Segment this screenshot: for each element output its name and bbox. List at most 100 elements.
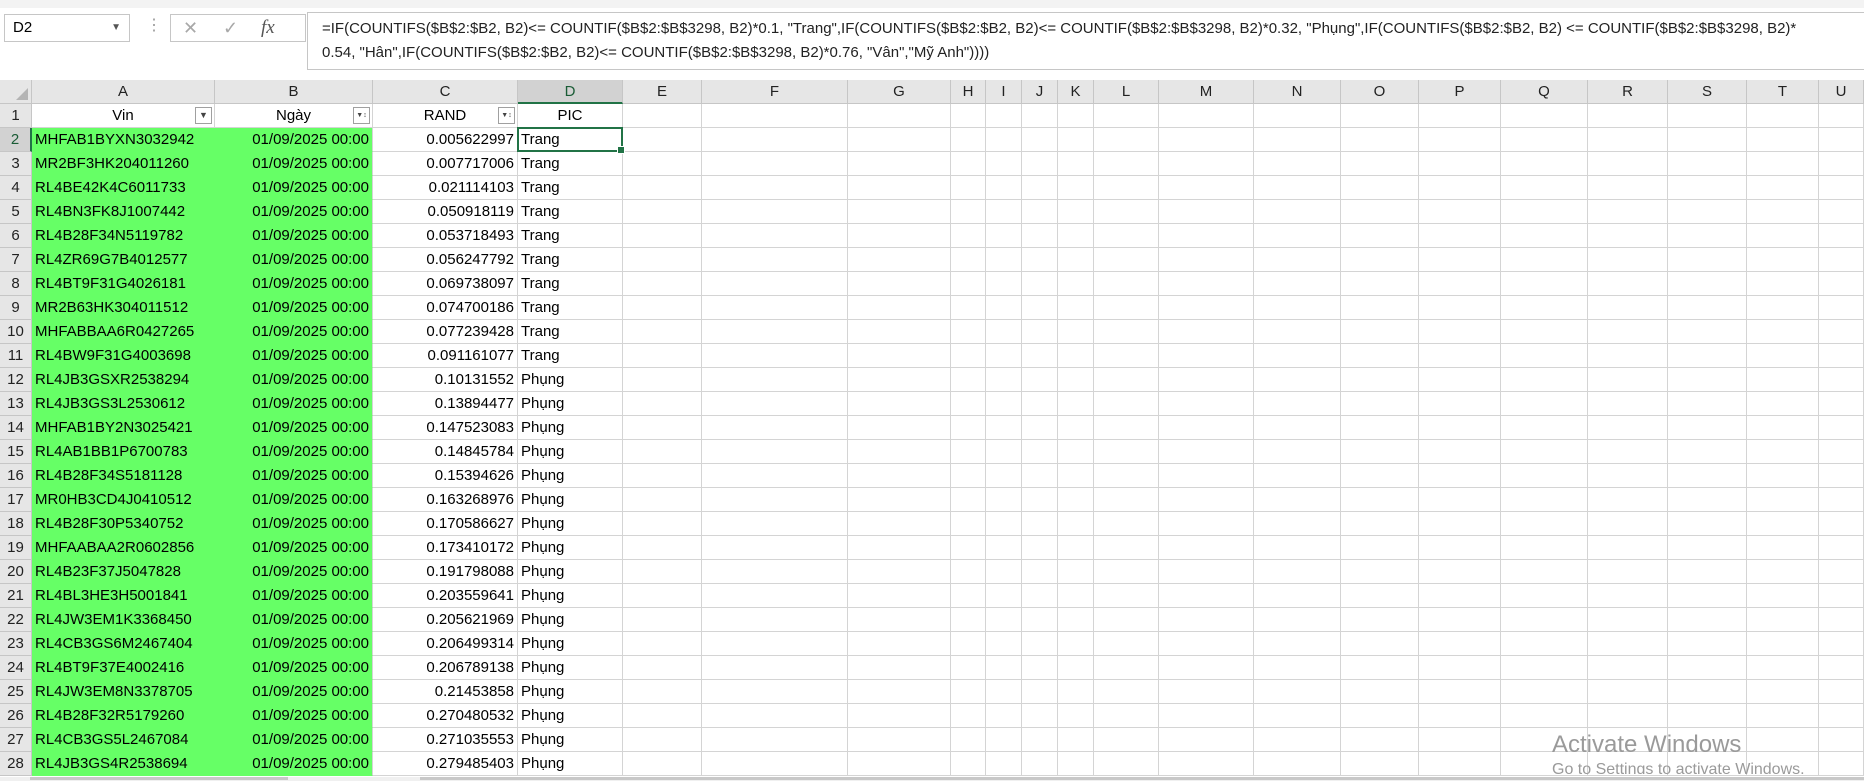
grid-cell[interactable] [702,440,848,464]
grid-cell[interactable] [1341,512,1419,536]
grid-cell[interactable] [986,632,1022,656]
grid-cell[interactable] [1341,680,1419,704]
cell-pic[interactable]: Phụng [518,728,623,752]
grid-cell[interactable] [702,656,848,680]
cell-vin[interactable]: RL4B28F32R5179260 [32,704,215,728]
grid-cell[interactable] [1058,536,1094,560]
grid-cell[interactable] [848,416,951,440]
cell-rand[interactable]: 0.15394626 [373,464,518,488]
grid-cell[interactable] [1501,632,1588,656]
grid-cell[interactable] [986,104,1022,128]
row-header[interactable]: 11 [0,344,32,368]
grid-cell[interactable] [623,632,702,656]
grid-cell[interactable] [1747,560,1819,584]
grid-cell[interactable] [986,320,1022,344]
grid-cell[interactable] [848,512,951,536]
grid-cell[interactable] [951,176,986,200]
grid-cell[interactable] [1341,632,1419,656]
grid-cell[interactable] [1159,536,1254,560]
grid-cell[interactable] [951,464,986,488]
grid-cell[interactable] [1819,344,1864,368]
grid-cell[interactable] [1419,632,1501,656]
grid-cell[interactable] [1022,560,1058,584]
grid-cell[interactable] [1501,176,1588,200]
grid-cell[interactable] [1819,632,1864,656]
grid-cell[interactable] [1588,152,1668,176]
grid-cell[interactable] [1668,416,1747,440]
grid-cell[interactable] [1094,440,1159,464]
grid-cell[interactable] [1747,248,1819,272]
row-header[interactable]: 14 [0,416,32,440]
cell-rand[interactable]: 0.270480532 [373,704,518,728]
grid-cell[interactable] [1341,464,1419,488]
header-vin[interactable]: Vin [32,104,215,128]
cell-vin[interactable]: RL4BW9F31G4003698 [32,344,215,368]
grid-cell[interactable] [1668,224,1747,248]
grid-cell[interactable] [1588,248,1668,272]
grid-cell[interactable] [1159,344,1254,368]
grid-cell[interactable] [951,680,986,704]
grid-cell[interactable] [1588,584,1668,608]
grid-cell[interactable] [1159,584,1254,608]
grid-cell[interactable] [702,248,848,272]
grid-cell[interactable] [1094,680,1159,704]
grid-cell[interactable] [1419,344,1501,368]
grid-cell[interactable] [1419,704,1501,728]
grid-cell[interactable] [951,320,986,344]
grid-cell[interactable] [986,728,1022,752]
grid-cell[interactable] [1819,752,1864,776]
grid-cell[interactable] [1094,392,1159,416]
grid-cell[interactable] [1419,560,1501,584]
grid-cell[interactable] [1419,224,1501,248]
grid-cell[interactable] [1058,608,1094,632]
grid-cell[interactable] [1668,344,1747,368]
grid-cell[interactable] [1058,728,1094,752]
grid-cell[interactable] [1254,128,1341,152]
grid-cell[interactable] [1819,368,1864,392]
cell-date[interactable]: 01/09/2025 00:00 [215,296,373,320]
cell-vin[interactable]: RL4B28F34S5181128 [32,464,215,488]
grid-cell[interactable] [1588,440,1668,464]
grid-cell[interactable] [623,488,702,512]
grid-cell[interactable] [1094,296,1159,320]
grid-cell[interactable] [986,584,1022,608]
grid-cell[interactable] [1159,464,1254,488]
grid-cell[interactable] [1341,704,1419,728]
grid-cell[interactable] [1419,368,1501,392]
cell-date[interactable]: 01/09/2025 00:00 [215,224,373,248]
cell-rand[interactable]: 0.069738097 [373,272,518,296]
grid-cell[interactable] [986,752,1022,776]
grid-cell[interactable] [1254,296,1341,320]
grid-cell[interactable] [1819,416,1864,440]
grid-cell[interactable] [702,104,848,128]
cell-vin[interactable]: RL4JB3GS4R2538694 [32,752,215,776]
grid-cell[interactable] [1254,224,1341,248]
grid-cell[interactable] [1341,272,1419,296]
cell-date[interactable]: 01/09/2025 00:00 [215,680,373,704]
grid-cell[interactable] [1094,128,1159,152]
grid-cell[interactable] [848,728,951,752]
grid-cell[interactable] [1341,728,1419,752]
grid-cell[interactable] [1501,128,1588,152]
grid-cell[interactable] [1501,584,1588,608]
grid-cell[interactable] [848,464,951,488]
grid-cell[interactable] [1022,464,1058,488]
cell-pic[interactable]: Phụng [518,704,623,728]
cell-rand[interactable]: 0.007717006 [373,152,518,176]
cell-pic[interactable]: Trang [518,128,623,152]
row-header[interactable]: 4 [0,176,32,200]
grid-cell[interactable] [1668,608,1747,632]
grid-cell[interactable] [1022,536,1058,560]
grid-cell[interactable] [1588,656,1668,680]
grid-cell[interactable] [702,176,848,200]
grid-cell[interactable] [951,128,986,152]
cell-vin[interactable]: RL4JB3GS3L2530612 [32,392,215,416]
grid-cell[interactable] [1022,416,1058,440]
grid-cell[interactable] [623,584,702,608]
grid-cell[interactable] [1094,104,1159,128]
grid-cell[interactable] [1501,344,1588,368]
cell-date[interactable]: 01/09/2025 00:00 [215,512,373,536]
grid-cell[interactable] [1419,512,1501,536]
grid-cell[interactable] [1588,224,1668,248]
column-header-u[interactable]: U [1819,80,1864,104]
